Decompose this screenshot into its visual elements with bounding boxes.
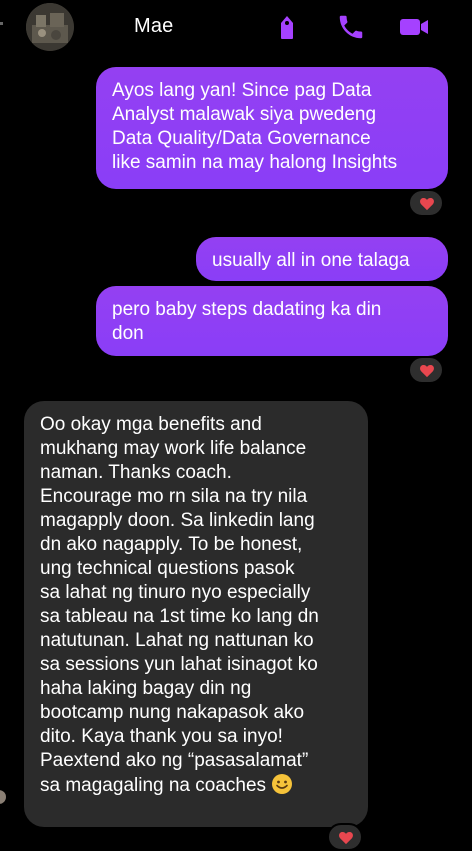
heart-icon (339, 831, 353, 845)
video-icon[interactable] (398, 12, 428, 42)
edge-speck (0, 22, 3, 25)
chat-header: Mae (0, 0, 472, 56)
outgoing-message[interactable]: Ayos lang yan! Since pag Data Analyst ma… (96, 67, 448, 189)
heart-icon (420, 364, 434, 378)
outgoing-message[interactable]: pero baby steps dadating ka din don (96, 286, 448, 356)
smiling-face-emoji (271, 773, 293, 795)
heart-icon (420, 197, 434, 211)
contact-name[interactable]: Mae (134, 15, 174, 38)
heart-reaction[interactable] (408, 189, 444, 217)
sender-avatar-small (0, 790, 6, 804)
incoming-message-text: Oo okay mga benefits and mukhang may wor… (40, 414, 319, 796)
incoming-message[interactable]: Oo okay mga benefits and mukhang may wor… (24, 401, 368, 827)
avatar[interactable] (26, 3, 74, 51)
phone-icon[interactable] (336, 12, 366, 42)
tag-icon[interactable] (272, 12, 302, 42)
heart-reaction[interactable] (408, 356, 444, 384)
heart-reaction[interactable] (327, 823, 363, 851)
outgoing-message[interactable]: usually all in one talaga (196, 237, 448, 281)
